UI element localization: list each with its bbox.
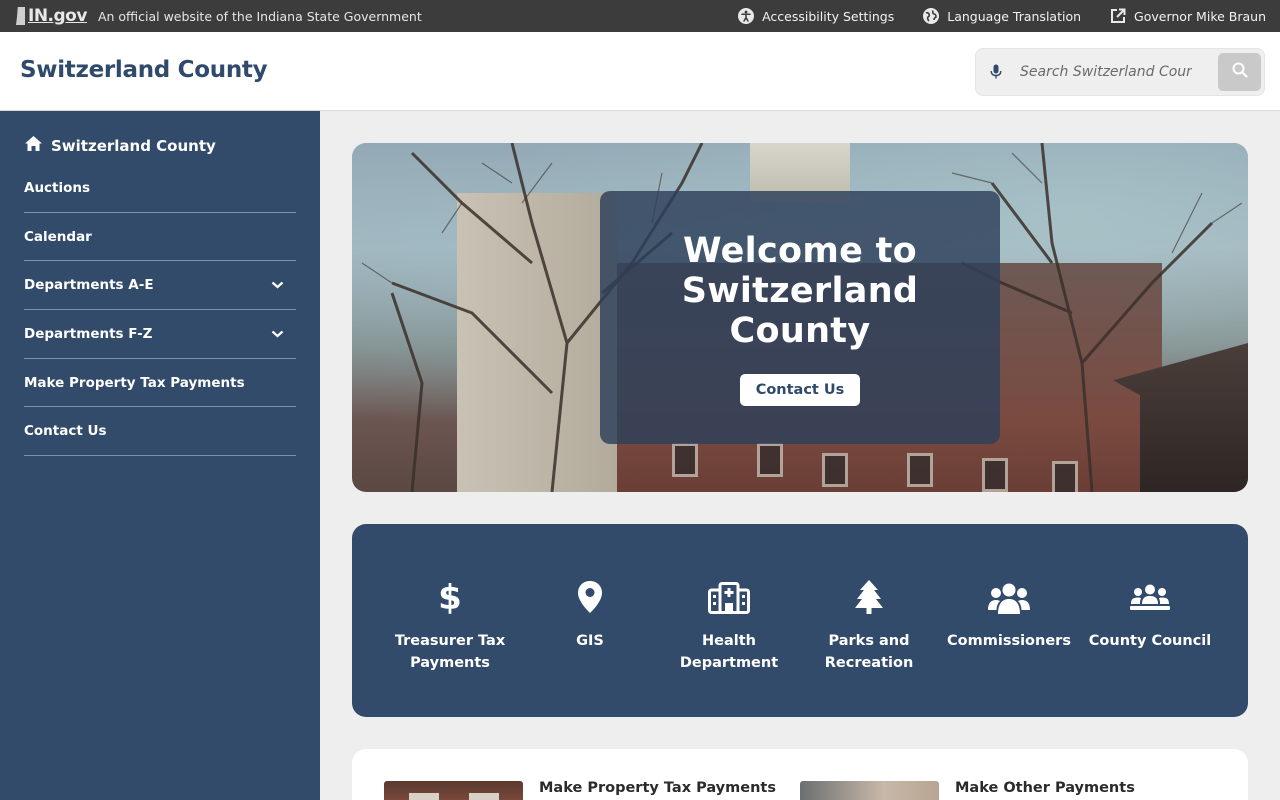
sidebar-item-label: Departments F-Z <box>24 325 153 342</box>
card-image-courthouse <box>384 781 523 800</box>
quick-link-label: Parks and Recreation <box>824 633 914 671</box>
site-title[interactable]: Switzerland County <box>20 57 268 83</box>
quick-link-label: GIS <box>576 633 604 649</box>
tree-icon <box>854 580 884 618</box>
quick-link-label: Commissioners <box>947 633 1071 649</box>
globe-icon <box>922 8 939 25</box>
sidebar-item-calendar[interactable]: Calendar <box>24 213 296 262</box>
quick-link-label: County Council <box>1088 633 1212 649</box>
hospital-icon <box>708 582 750 618</box>
search-icon <box>1232 62 1248 82</box>
language-translation-link[interactable]: Language Translation <box>922 8 1081 25</box>
chevron-down-icon[interactable] <box>270 327 284 341</box>
sidebar-home-link[interactable]: Switzerland County <box>24 135 216 156</box>
search-input[interactable] <box>1020 57 1192 87</box>
sidebar-item-label: Auctions <box>24 179 91 196</box>
hero-welcome-card: Welcome to Switzerland County Contact Us <box>600 191 1000 444</box>
ingov-logo-text: IN.gov <box>28 6 87 26</box>
microphone-icon[interactable] <box>986 64 1006 80</box>
sidebar-nav: Switzerland County Auctions Calendar Dep… <box>0 111 320 800</box>
indiana-state-icon <box>16 7 25 25</box>
quick-link-commissioners[interactable]: Commissioners <box>939 574 1079 652</box>
sidebar-item-departments-f-z[interactable]: Departments F-Z <box>24 310 296 359</box>
card-title-property-tax[interactable]: Make Property Tax Payments <box>539 780 776 796</box>
quick-link-health-department[interactable]: Health Department <box>659 574 799 674</box>
sidebar-item-property-tax[interactable]: Make Property Tax Payments <box>24 359 296 408</box>
sidebar-list: Auctions Calendar Departments A-E Depart… <box>24 164 296 457</box>
dollar-icon: $ <box>438 578 462 618</box>
sidebar-item-label: Departments A-E <box>24 277 154 294</box>
language-translation-label: Language Translation <box>947 8 1082 24</box>
site-header: Switzerland County <box>0 32 1280 111</box>
official-website-text: An official website of the Indiana State… <box>97 8 422 24</box>
quick-link-label: Treasurer Tax Payments <box>394 633 506 671</box>
sidebar-item-label: Contact Us <box>24 423 107 440</box>
state-bar: IN.gov An official website of the Indian… <box>0 0 1280 32</box>
accessibility-settings-link[interactable]: Accessibility Settings <box>737 8 894 25</box>
hero-banner: Welcome to Switzerland County Contact Us <box>352 143 1248 492</box>
hero-contact-button[interactable]: Contact Us <box>739 374 861 406</box>
governor-link[interactable]: Governor Mike Braun <box>1109 8 1266 25</box>
map-pin-icon <box>577 580 603 618</box>
governor-label: Governor Mike Braun <box>1134 8 1266 24</box>
sidebar-item-label: Calendar <box>24 228 92 245</box>
card-image-payments <box>800 781 939 800</box>
sidebar-item-auctions[interactable]: Auctions <box>24 164 296 213</box>
quick-link-county-council[interactable]: County Council <box>1080 574 1220 652</box>
quick-link-treasurer-tax[interactable]: $ Treasurer Tax Payments <box>380 574 520 674</box>
sidebar-item-label: Make Property Tax Payments <box>24 374 245 391</box>
sidebar-home-label: Switzerland County <box>51 136 216 155</box>
quick-link-label: Health Department <box>679 633 779 671</box>
quick-links-panel: $ Treasurer Tax Payments GIS Health Depa… <box>352 524 1248 717</box>
users-icon <box>988 582 1030 618</box>
chevron-down-icon[interactable] <box>270 278 284 292</box>
search-button[interactable] <box>1218 53 1261 91</box>
external-link-icon <box>1109 8 1126 25</box>
hero-title: Welcome to Switzerland County <box>681 231 919 351</box>
quick-link-parks-recreation[interactable]: Parks and Recreation <box>799 574 939 674</box>
council-icon <box>1130 584 1170 618</box>
accessibility-icon <box>737 8 754 25</box>
quick-link-gis[interactable]: GIS <box>520 574 660 652</box>
sidebar-item-contact-us[interactable]: Contact Us <box>24 407 296 457</box>
sidebar-item-departments-a-e[interactable]: Departments A-E <box>24 261 296 311</box>
accessibility-settings-label: Accessibility Settings <box>762 8 895 24</box>
ingov-logo[interactable]: IN.gov <box>16 6 87 26</box>
payment-cards: Make Property Tax Payments Make Other Pa… <box>352 749 1248 800</box>
svg-text:$: $ <box>439 578 461 614</box>
card-title-other-payments[interactable]: Make Other Payments <box>955 780 1135 796</box>
search-box <box>975 48 1265 96</box>
home-icon <box>24 135 43 156</box>
